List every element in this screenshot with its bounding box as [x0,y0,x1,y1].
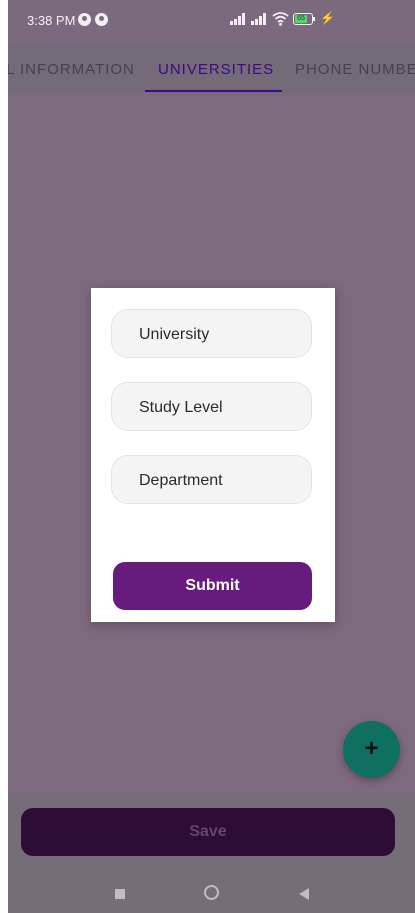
tab-bar: L INFORMATION UNIVERSITIES PHONE NUMBER [8,43,415,93]
study-level-placeholder: Study Level [139,399,223,416]
back-icon[interactable] [299,888,309,900]
signal-icon [230,13,249,25]
tab-personal-information[interactable]: L INFORMATION [8,61,135,78]
battery-icon: 65 [293,13,317,26]
submit-button[interactable]: Submit [113,562,312,610]
status-bar: 3:38 PM 65 ⚡ [8,0,415,43]
recent-apps-icon[interactable] [115,889,125,899]
plus-icon: + [364,735,379,762]
status-time: 3:38 PM [27,13,76,28]
department-field[interactable]: Department [111,455,312,504]
charging-bolt-icon: ⚡ [320,11,335,25]
battery-level: 65 [295,15,307,23]
tab-universities[interactable]: UNIVERSITIES [158,61,274,78]
tab-phone-number[interactable]: PHONE NUMBER [295,61,415,78]
system-nav-bar [8,874,415,913]
home-icon[interactable] [204,885,219,900]
add-fab-button[interactable]: + [343,721,400,778]
university-placeholder: University [139,326,210,343]
add-university-dialog: University Study Level Department Submit [91,288,335,622]
department-placeholder: Department [139,472,223,489]
notification-dot-icon [78,13,91,26]
study-level-field[interactable]: Study Level [111,382,312,431]
signal-icon [251,13,270,25]
university-field[interactable]: University [111,309,312,358]
wifi-icon [272,12,289,26]
active-tab-indicator [145,90,282,92]
app-screen: 3:38 PM 65 ⚡ L INFORMATION UNIVERSITIES … [8,0,415,913]
notification-dot-icon [95,13,108,26]
save-button[interactable]: Save [21,808,395,856]
